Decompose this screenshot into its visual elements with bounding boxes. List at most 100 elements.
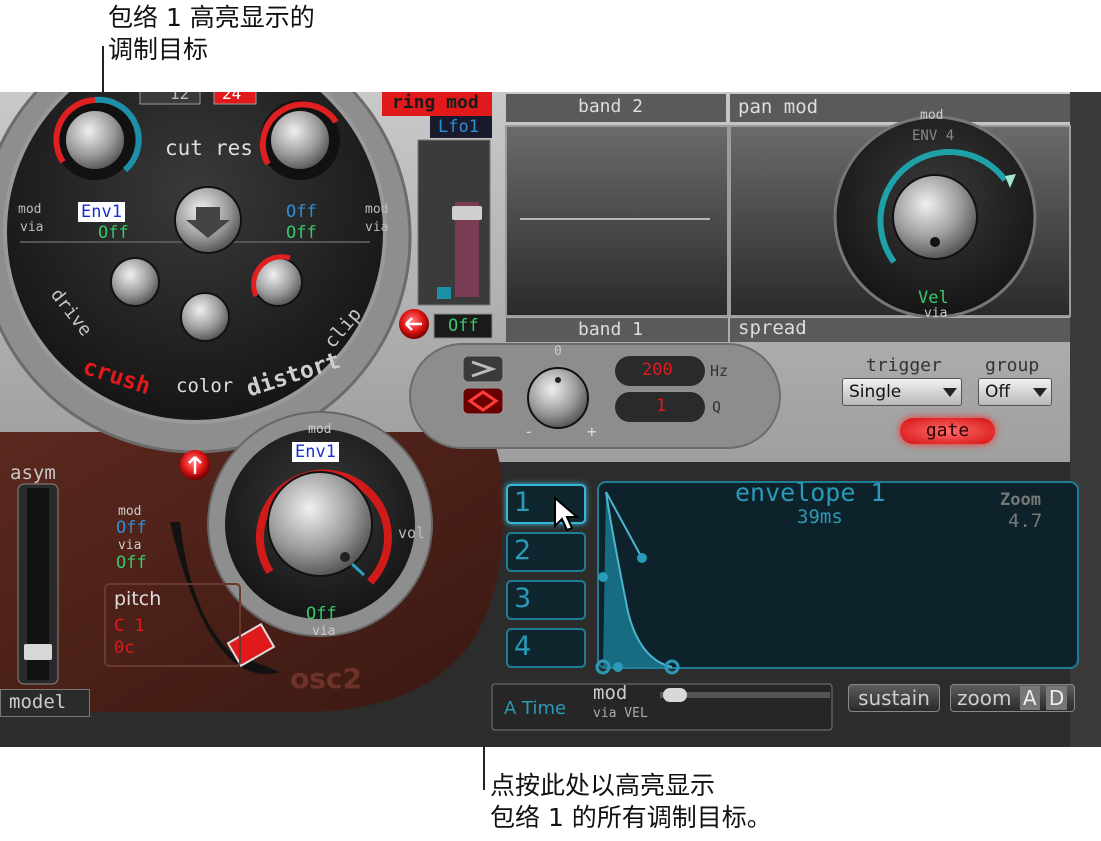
- osc2-via-value[interactable]: Off: [116, 553, 147, 573]
- vol-knob[interactable]: [267, 471, 373, 577]
- cut-knob[interactable]: [64, 109, 126, 171]
- eq-q-unit: Q: [712, 398, 722, 416]
- ring-mod-source[interactable]: Lfo1: [438, 117, 479, 137]
- callout-top-line1: 包络 1 高亮显示的: [108, 3, 315, 32]
- trigger-dropdown-value: Single: [849, 382, 902, 402]
- vol-via-value[interactable]: Off: [306, 604, 337, 624]
- eq-shelf-button[interactable]: [462, 355, 504, 383]
- filter-mod-right-label: mod: [365, 202, 389, 217]
- model-button[interactable]: model: [0, 689, 90, 717]
- eq-freq-value[interactable]: 200: [642, 360, 673, 380]
- slope-24-label: 24: [222, 92, 242, 103]
- sustain-button[interactable]: sustain: [848, 684, 940, 712]
- envelope-attack-handle[interactable]: [598, 572, 608, 582]
- osc2-mod-value[interactable]: Off: [116, 518, 147, 538]
- envelope-slot-1-label: 1: [514, 487, 532, 518]
- mouse-cursor-icon: [554, 496, 580, 532]
- envelope-slot-3[interactable]: 3: [506, 580, 586, 620]
- zoom-d-button[interactable]: D: [1045, 686, 1068, 710]
- res-label: res: [215, 136, 253, 160]
- spread-label: spread: [738, 317, 807, 339]
- color-label: color: [176, 375, 234, 397]
- band1-label: band 1: [578, 319, 644, 340]
- envelope-time: 39ms: [797, 506, 843, 528]
- vol-label: vol: [398, 524, 426, 542]
- group-dropdown[interactable]: Off: [978, 378, 1052, 406]
- filter-via-left-label: via: [20, 220, 44, 235]
- a-time-label: A Time: [504, 698, 567, 719]
- pan-mod-value[interactable]: ENV 4: [912, 128, 954, 144]
- gate-button[interactable]: gate: [900, 418, 995, 444]
- eq-gain-minus: -: [524, 422, 534, 441]
- osc2-mod-label: mod: [118, 504, 142, 519]
- ring-mod-value[interactable]: Off: [448, 316, 479, 336]
- ring-mod-mod-marker: [437, 287, 451, 299]
- chevron-down-icon: [1033, 388, 1047, 397]
- eq-freq-unit: Hz: [710, 362, 729, 380]
- slope-12-label: 12: [170, 92, 190, 103]
- envelope-zoom-label: Zoom: [1000, 490, 1041, 510]
- filter-via-right-value[interactable]: Off: [286, 223, 317, 243]
- callout-bottom-line2: 包络 1 的所有调制目标。: [490, 803, 772, 832]
- envelope-curve-handle[interactable]: [637, 553, 647, 563]
- group-dropdown-value: Off: [985, 382, 1011, 402]
- drive-knob[interactable]: [110, 257, 160, 307]
- callout-top: 包络 1 高亮显示的 调制目标: [108, 2, 315, 66]
- pan-mod-label: pan mod: [738, 96, 819, 118]
- a-time-via-vel-label: via VEL: [593, 706, 648, 721]
- asym-label: asym: [10, 462, 56, 484]
- osc2-via-label: via: [118, 538, 142, 553]
- callout-bottom-line1: 点按此处以高亮显示: [490, 771, 716, 800]
- envelope-slot-2[interactable]: 2: [506, 532, 586, 572]
- gate-label: gate: [925, 420, 970, 441]
- callout-bottom: 点按此处以高亮显示 包络 1 的所有调制目标。: [490, 770, 772, 834]
- synth-panel: 12 24 cut res mod via Env1 Off Off Off m…: [0, 92, 1101, 747]
- cut-label: cut: [165, 136, 203, 160]
- envelope-zoom-value: 4.7: [1008, 510, 1043, 532]
- chevron-down-icon: [943, 388, 957, 397]
- filter-mod-left-value[interactable]: Env1: [78, 202, 125, 222]
- filter-mod-left-label: mod: [18, 202, 42, 217]
- trigger-label: trigger: [866, 355, 942, 376]
- pan-knob-pointer: [930, 237, 940, 247]
- envelope-slot-2-label: 2: [514, 535, 532, 566]
- group-label: group: [985, 355, 1040, 376]
- ring-mod-title[interactable]: ring mod: [392, 92, 479, 113]
- eq-q-value[interactable]: 1: [656, 396, 666, 416]
- eq-gain-zero: 0: [554, 344, 562, 359]
- crush-knob[interactable]: [180, 292, 230, 342]
- filter-mod-right-value[interactable]: Off: [286, 202, 317, 222]
- osc2-title: osc2: [290, 662, 362, 695]
- filter-via-left-value[interactable]: Off: [98, 223, 129, 243]
- zoom-button-group: zoom A D: [950, 684, 1075, 712]
- pan-via-value[interactable]: Vel: [918, 288, 949, 308]
- envelope-decay-point[interactable]: [613, 662, 623, 672]
- eq-gain-plus: +: [587, 422, 597, 441]
- callout-top-line2: 调制目标: [108, 35, 209, 64]
- zoom-a-button[interactable]: A: [1019, 686, 1040, 710]
- asym-fader-cap[interactable]: [24, 644, 52, 660]
- vol-via-label: via: [312, 624, 336, 639]
- a-time-mod-slider-thumb[interactable]: [663, 688, 687, 702]
- eq-gain-knob-pointer: [555, 377, 561, 383]
- a-time-mod-label: mod: [593, 682, 628, 704]
- envelope-slot-4[interactable]: 4: [506, 628, 586, 668]
- band2-display: [505, 125, 729, 317]
- ring-mod-slider-track: [417, 139, 491, 306]
- band2-label: band 2: [578, 96, 644, 117]
- pitch-semitone-value[interactable]: C 1: [114, 616, 145, 636]
- vol-knob-pointer: [340, 552, 350, 562]
- pan-via-label: via: [924, 306, 948, 321]
- res-knob[interactable]: [269, 109, 331, 171]
- envelope-title: envelope 1: [735, 478, 886, 507]
- pan-mod-small-label: mod: [920, 108, 944, 123]
- filter-via-right-label: via: [365, 220, 389, 235]
- pitch-cents-value[interactable]: 0c: [114, 638, 134, 658]
- vol-mod-value[interactable]: Env1: [292, 442, 339, 462]
- ring-mod-fader-cap[interactable]: [452, 206, 482, 220]
- zoom-button-label[interactable]: zoom: [957, 686, 1011, 710]
- pitch-label: pitch: [114, 588, 162, 610]
- trigger-dropdown[interactable]: Single: [842, 378, 962, 406]
- model-label: model: [9, 691, 67, 713]
- sustain-label: sustain: [858, 686, 930, 710]
